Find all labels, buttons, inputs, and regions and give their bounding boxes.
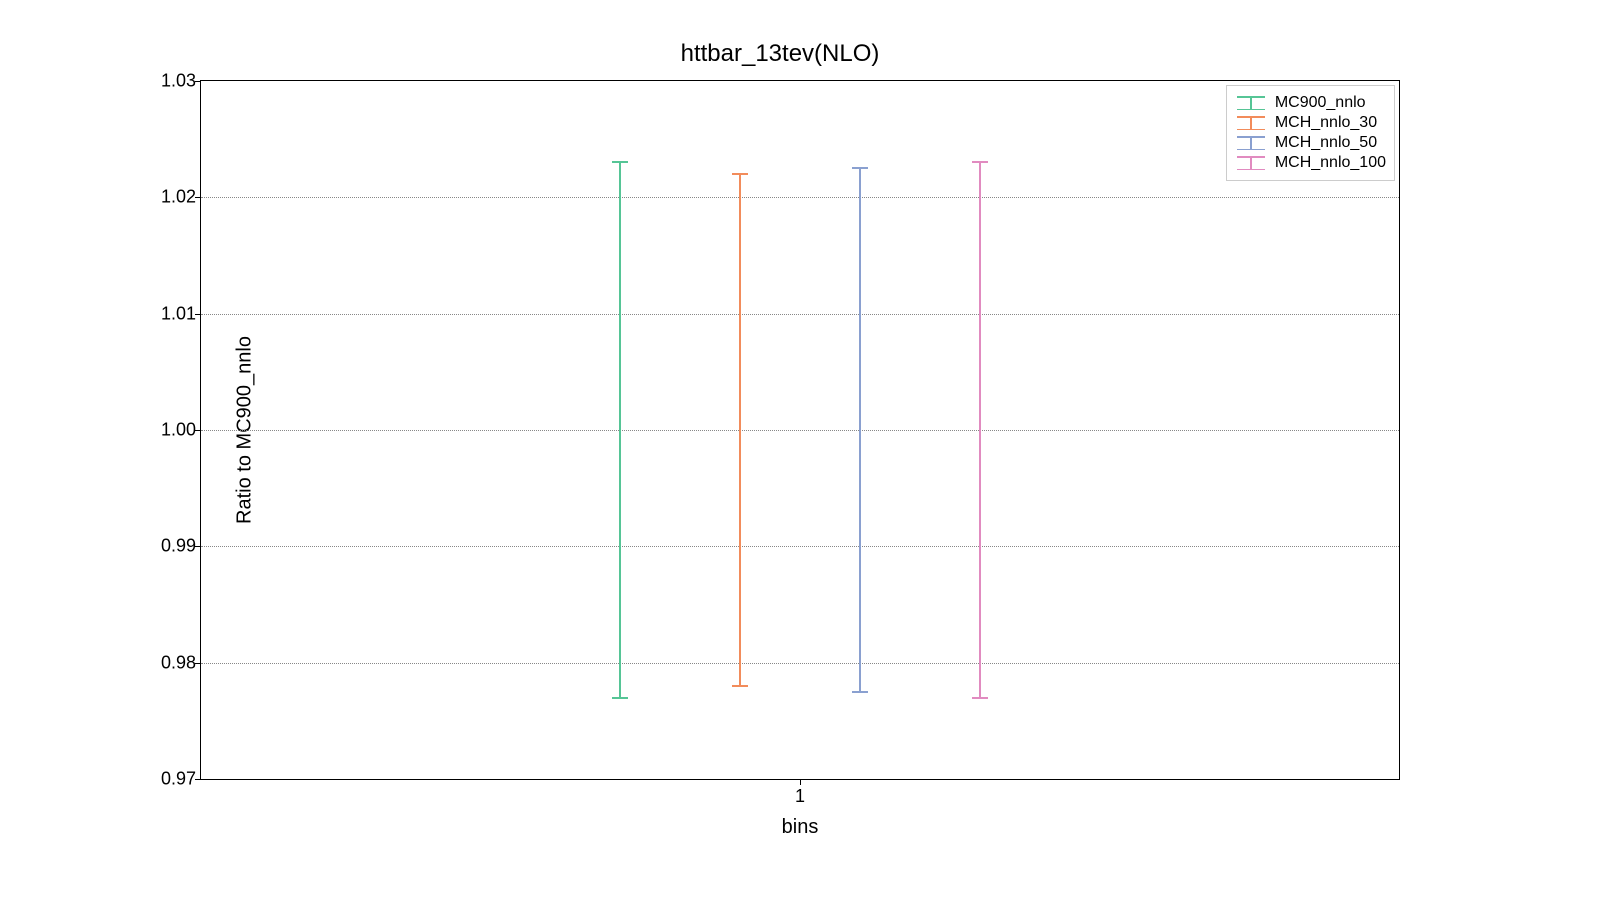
legend-label: MC900_nnlo bbox=[1275, 94, 1366, 112]
legend-entry: MCH_nnlo_50 bbox=[1235, 134, 1386, 152]
y-tick-mark bbox=[195, 779, 201, 780]
gridline bbox=[201, 197, 1399, 198]
chart-container: httbar_13tev(NLO) Ratio to MC900_nnlo bi… bbox=[100, 40, 1460, 820]
legend-marker-icon bbox=[1235, 116, 1267, 130]
errorbar-mch-nnlo-30 bbox=[739, 174, 741, 686]
errorbar-cap-icon bbox=[612, 697, 628, 699]
errorbar-cap-icon bbox=[972, 161, 988, 163]
legend-marker-icon bbox=[1235, 156, 1267, 170]
y-tick-label: 0.99 bbox=[146, 536, 196, 557]
legend-marker-icon bbox=[1235, 96, 1267, 110]
y-tick-label: 1.01 bbox=[146, 303, 196, 324]
legend-label: MCH_nnlo_100 bbox=[1275, 154, 1386, 172]
legend-entry: MC900_nnlo bbox=[1235, 94, 1386, 112]
y-tick-label: 1.00 bbox=[146, 420, 196, 441]
errorbar-cap-icon bbox=[852, 167, 868, 169]
y-tick-mark bbox=[195, 81, 201, 82]
x-axis-label: bins bbox=[201, 816, 1399, 839]
errorbar-cap-icon bbox=[972, 697, 988, 699]
errorbar-mc900-nnlo bbox=[619, 162, 621, 697]
legend-label: MCH_nnlo_30 bbox=[1275, 114, 1377, 132]
chart-title: httbar_13tev(NLO) bbox=[100, 40, 1460, 68]
x-tick-label: 1 bbox=[795, 786, 805, 807]
y-tick-label: 0.98 bbox=[146, 652, 196, 673]
errorbar-mch-nnlo-50 bbox=[859, 168, 861, 692]
errorbar-cap-icon bbox=[732, 685, 748, 687]
legend: MC900_nnlo MCH_nnlo_30 MCH_nnlo_50 bbox=[1226, 85, 1395, 181]
errorbar-mch-nnlo-100 bbox=[979, 162, 981, 697]
y-tick-label: 1.02 bbox=[146, 187, 196, 208]
legend-entry: MCH_nnlo_30 bbox=[1235, 114, 1386, 132]
y-tick-label: 0.97 bbox=[146, 769, 196, 790]
errorbar-cap-icon bbox=[852, 691, 868, 693]
x-tick-mark bbox=[800, 779, 801, 785]
gridline bbox=[201, 663, 1399, 664]
gridline bbox=[201, 546, 1399, 547]
errorbar-cap-icon bbox=[732, 173, 748, 175]
legend-marker-icon bbox=[1235, 136, 1267, 150]
legend-label: MCH_nnlo_50 bbox=[1275, 134, 1377, 152]
gridline bbox=[201, 314, 1399, 315]
gridline bbox=[201, 430, 1399, 431]
y-tick-label: 1.03 bbox=[146, 71, 196, 92]
errorbar-cap-icon bbox=[612, 161, 628, 163]
legend-entry: MCH_nnlo_100 bbox=[1235, 154, 1386, 172]
plot-area: Ratio to MC900_nnlo bins 0.97 0.98 0.99 … bbox=[200, 80, 1400, 780]
